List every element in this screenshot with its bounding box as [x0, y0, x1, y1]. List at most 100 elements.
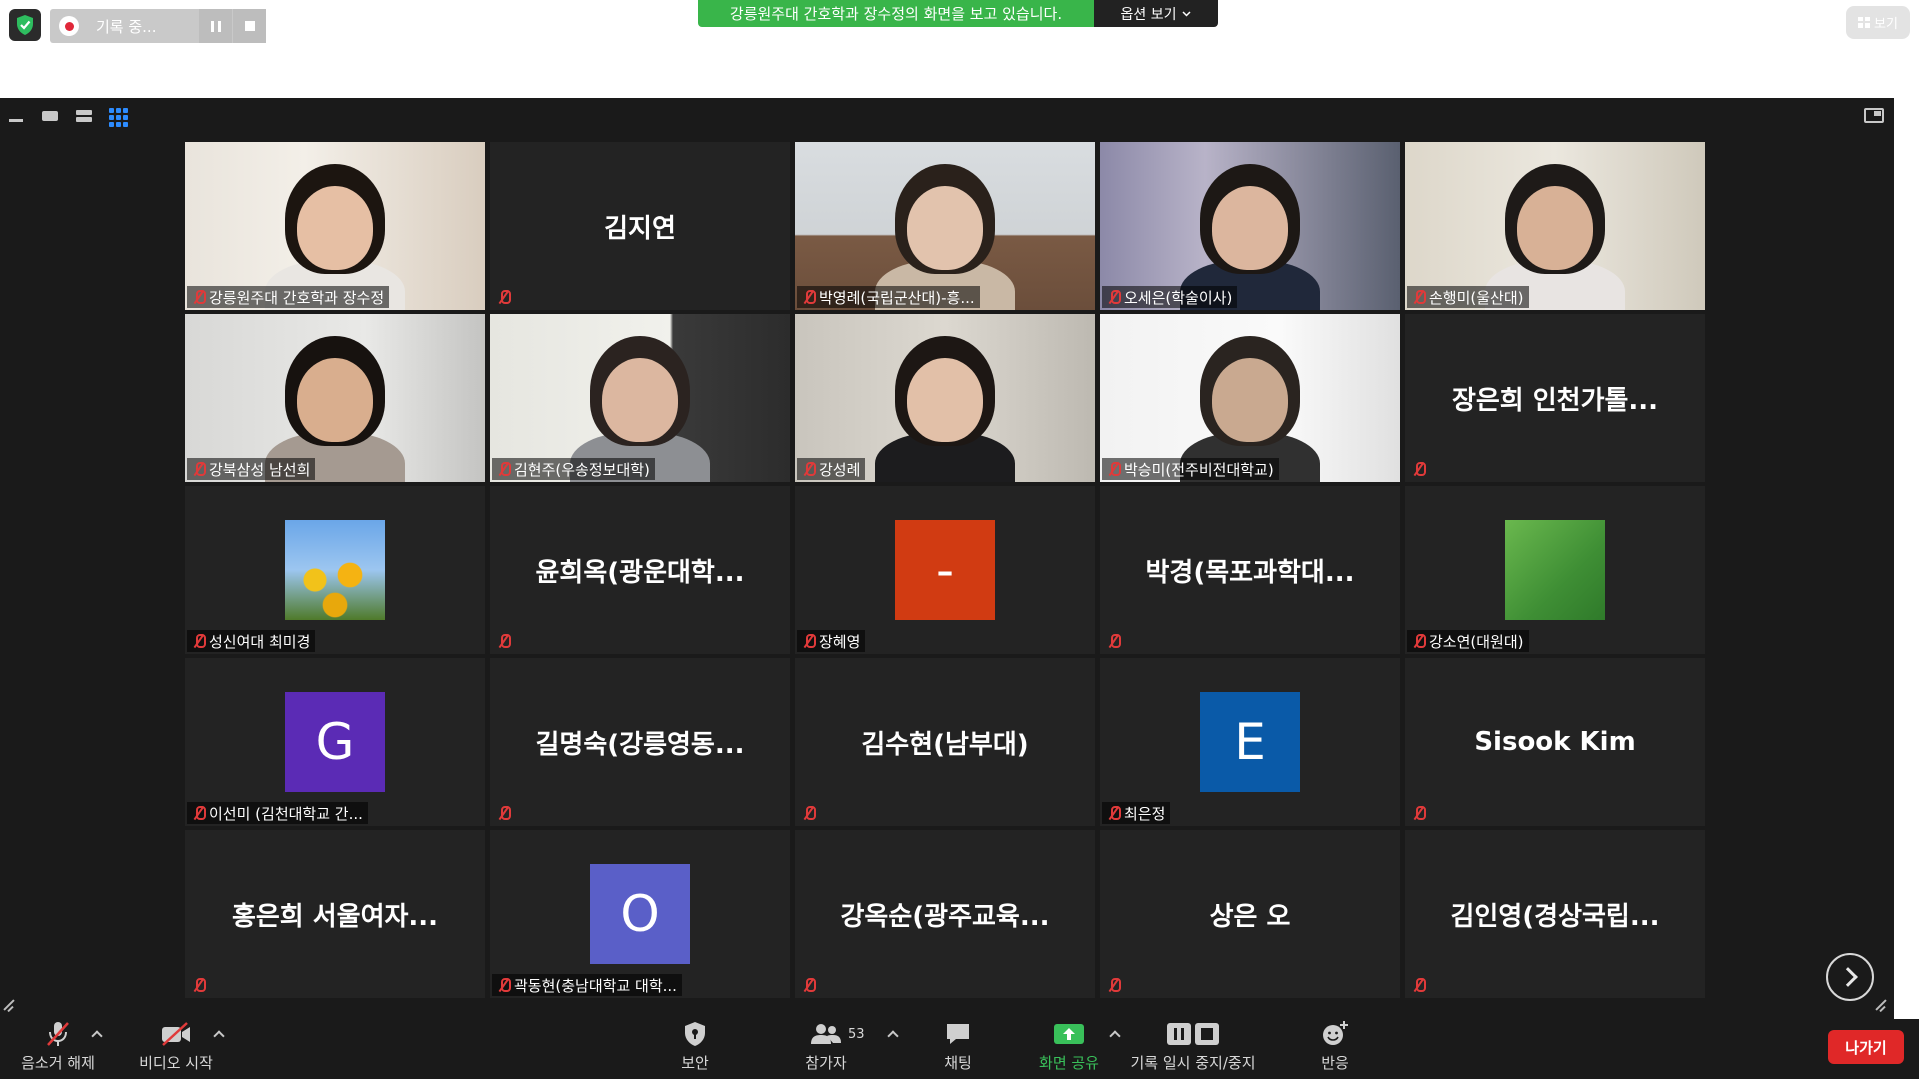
- reactions-button[interactable]: 반응: [1305, 1019, 1365, 1079]
- participant-tile[interactable]: - 장혜영: [795, 486, 1095, 654]
- microphone-muted-icon: [494, 632, 514, 650]
- participant-tile[interactable]: 장은희 인천가톨...: [1405, 314, 1705, 482]
- minimize-view-icon[interactable]: [6, 108, 26, 124]
- reactions-label: 반응: [1321, 1054, 1349, 1072]
- stop-recording-button[interactable]: [233, 9, 266, 43]
- participant-name-label: [1102, 630, 1129, 652]
- participant-tile[interactable]: 박영례(국립군산대)-흥...: [795, 142, 1095, 310]
- share-screen-icon: [1054, 1023, 1084, 1044]
- participant-tile[interactable]: 김현주(우송정보대학): [490, 314, 790, 482]
- microphone-muted-icon: [1104, 976, 1124, 994]
- participants-button[interactable]: 참가자: [796, 1019, 856, 1079]
- gallery-view-icon[interactable]: [108, 108, 128, 127]
- microphone-muted-icon: [189, 632, 209, 650]
- participant-name-label: 최은정: [1102, 802, 1171, 824]
- share-options-caret-icon[interactable]: [1108, 1027, 1122, 1041]
- strip-view-icon[interactable]: [74, 108, 94, 124]
- participant-tile[interactable]: Sisook Kim: [1405, 658, 1705, 826]
- unmute-label: 음소거 해제: [21, 1054, 95, 1072]
- pause-recording-button[interactable]: [199, 9, 232, 43]
- participant-name-label: 이선미 (김천대학교 간...: [187, 802, 368, 824]
- participant-display-name: 강옥순(광주교육...: [840, 901, 1050, 932]
- microphone-muted-icon: [799, 460, 819, 478]
- participant-name-label: [1102, 974, 1129, 996]
- security-status-button[interactable]: [9, 9, 41, 41]
- recording-dot-icon: [59, 16, 79, 36]
- microphone-muted-icon: [494, 976, 514, 994]
- view-options-label: 옵션 보기: [1120, 6, 1177, 23]
- participant-tile[interactable]: 김지연: [490, 142, 790, 310]
- chat-button[interactable]: 채팅: [928, 1019, 988, 1079]
- meeting-toolbar: 음소거 해제 비디오 시작 보안 참가자 53 채팅 화면 공유 기록 일시 중…: [0, 1019, 1919, 1079]
- participant-video: [1405, 142, 1705, 310]
- meeting-view: 강릉원주대 간호학과 장수정 김지연박영례(국립군산대)-흥... 오세은(학술이사…: [0, 98, 1894, 1079]
- resize-grip-right-icon[interactable]: [1874, 998, 1888, 1012]
- participant-name-label: 곽동현(충남대학교 대학...: [492, 974, 682, 996]
- microphone-muted-icon: [189, 460, 209, 478]
- participant-name-label: 강성례: [797, 458, 866, 480]
- participant-name-text: 강릉원주대 간호학과 장수정: [209, 288, 385, 307]
- view-button[interactable]: 보기: [1846, 6, 1910, 39]
- microphone-muted-icon: [799, 632, 819, 650]
- recording-indicator: 기록 중...: [50, 9, 266, 43]
- leave-button[interactable]: 나가기: [1828, 1030, 1904, 1064]
- participant-video: [1100, 142, 1400, 310]
- participant-name-text: 김현주(우송정보대학): [514, 460, 650, 479]
- fullscreen-icon[interactable]: [1864, 108, 1884, 123]
- video-options-caret-icon[interactable]: [212, 1027, 226, 1041]
- participant-tile[interactable]: 윤희옥(광운대학...: [490, 486, 790, 654]
- view-options-button[interactable]: 옵션 보기: [1094, 0, 1218, 27]
- participant-tile[interactable]: E 최은정: [1100, 658, 1400, 826]
- participant-tile[interactable]: 박경(목포과학대...: [1100, 486, 1400, 654]
- participant-name-text: 성신여대 최미경: [209, 632, 311, 651]
- participant-avatar: -: [895, 520, 995, 620]
- participant-tile[interactable]: 강북삼성 남선희: [185, 314, 485, 482]
- participant-tile[interactable]: 홍은희 서울여자...: [185, 830, 485, 998]
- participant-tile[interactable]: 김수현(남부대): [795, 658, 1095, 826]
- participants-options-caret-icon[interactable]: [886, 1027, 900, 1041]
- participant-tile[interactable]: 강옥순(광주교육...: [795, 830, 1095, 998]
- participant-name-text: 이선미 (김천대학교 간...: [209, 804, 363, 823]
- unmute-button[interactable]: 음소거 해제: [14, 1019, 102, 1079]
- microphone-muted-icon: [1104, 632, 1124, 650]
- layout-switcher: [6, 108, 128, 127]
- participant-name-label: 성신여대 최미경: [187, 630, 316, 652]
- share-screen-button[interactable]: 화면 공유: [1030, 1019, 1108, 1079]
- participant-name-label: 강릉원주대 간호학과 장수정: [187, 286, 390, 308]
- stop-icon: [244, 21, 255, 31]
- participant-tile[interactable]: 오세은(학술이사): [1100, 142, 1400, 310]
- participant-tile[interactable]: 강릉원주대 간호학과 장수정: [185, 142, 485, 310]
- security-button[interactable]: 보안: [665, 1019, 725, 1079]
- top-area: 기록 중... 강릉원주대 간호학과 장수정의 화면을 보고 있습니다. 옵션 …: [0, 0, 1919, 98]
- microphone-muted-icon: [494, 288, 514, 306]
- speaker-view-icon[interactable]: [40, 108, 60, 124]
- participant-tile[interactable]: 박승미(전주비전대학교): [1100, 314, 1400, 482]
- participant-name-label: 강북삼성 남선희: [187, 458, 316, 480]
- participant-tile[interactable]: 성신여대 최미경: [185, 486, 485, 654]
- participant-tile[interactable]: 김인영(경상국립...: [1405, 830, 1705, 998]
- record-pause-stop-button[interactable]: 기록 일시 중지/중지: [1131, 1019, 1256, 1079]
- microphone-muted-icon: [47, 1021, 69, 1046]
- microphone-muted-icon: [799, 976, 819, 994]
- participant-display-name: 김인영(경상국립...: [1450, 901, 1660, 932]
- resize-grip-left-icon[interactable]: [2, 998, 16, 1012]
- participant-tile[interactable]: 강성례: [795, 314, 1095, 482]
- audio-options-caret-icon[interactable]: [90, 1027, 104, 1041]
- screen-share-banner: 강릉원주대 간호학과 장수정의 화면을 보고 있습니다.: [698, 0, 1094, 27]
- start-video-button[interactable]: 비디오 시작: [132, 1019, 220, 1079]
- participant-name-label: 박영례(국립군산대)-흥...: [797, 286, 980, 308]
- participant-tile[interactable]: 강소연(대원대): [1405, 486, 1705, 654]
- participant-name-text: 곽동현(충남대학교 대학...: [514, 976, 677, 995]
- participant-tile[interactable]: 상은 오: [1100, 830, 1400, 998]
- participant-tile[interactable]: 손행미(울산대): [1405, 142, 1705, 310]
- participant-name-text: 손행미(울산대): [1429, 288, 1524, 307]
- participant-name-text: 오세은(학술이사): [1124, 288, 1233, 307]
- participant-tile[interactable]: G 이선미 (김천대학교 간...: [185, 658, 485, 826]
- participant-name-label: [492, 286, 519, 308]
- microphone-muted-icon: [189, 288, 209, 306]
- next-page-button[interactable]: [1826, 953, 1874, 1001]
- participant-tile[interactable]: O 곽동현(충남대학교 대학...: [490, 830, 790, 998]
- view-button-label: 보기: [1874, 17, 1898, 32]
- participant-tile[interactable]: 길명숙(강릉영동...: [490, 658, 790, 826]
- participant-display-name: 상은 오: [1209, 901, 1291, 932]
